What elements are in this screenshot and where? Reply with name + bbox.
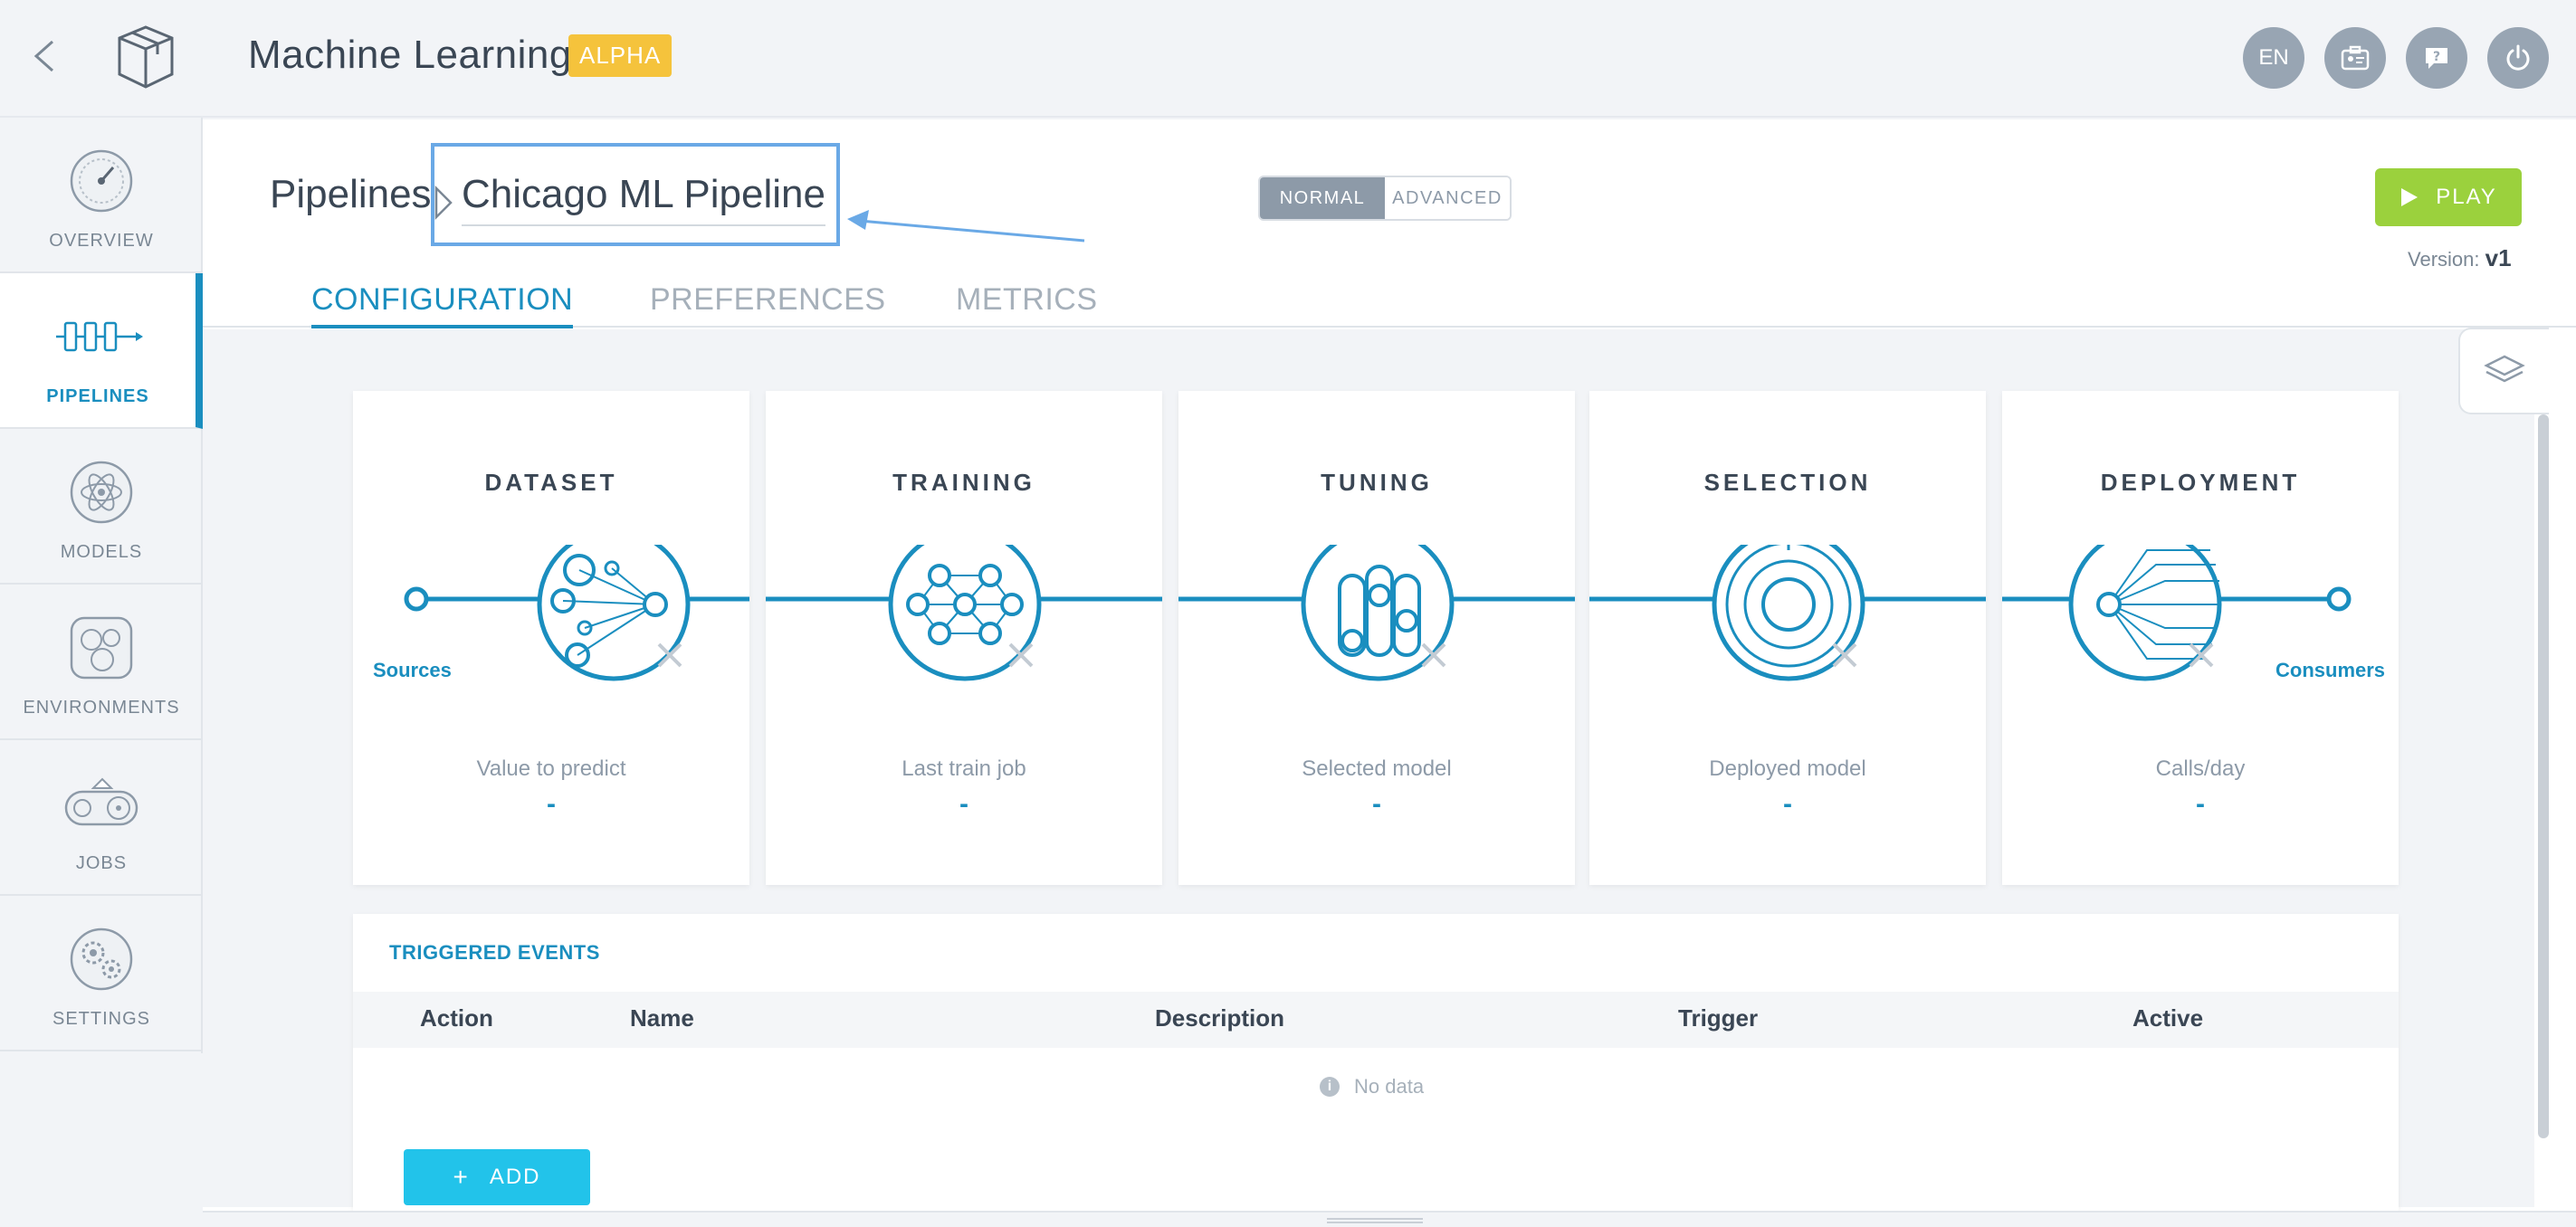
version-info: Version: v1: [2408, 244, 2512, 272]
stage-value: -: [547, 789, 556, 819]
layers-panel-toggle[interactable]: [2458, 328, 2549, 414]
stage-card-selection[interactable]: SELECTION Deployed model -: [1589, 391, 1986, 885]
language-label: EN: [2258, 45, 2289, 70]
stage-title: DATASET: [484, 469, 618, 496]
stage-value: -: [1783, 789, 1792, 819]
sources-label: Sources: [373, 659, 452, 681]
selection-stage-icon: [1589, 545, 1986, 681]
sidebar-item-settings[interactable]: SETTINGS: [0, 896, 203, 1051]
sidebar-item-label: MODELS: [60, 542, 143, 562]
id-card-icon: [2341, 45, 2370, 71]
empty-state-text: No data: [1354, 1075, 1425, 1098]
column-action[interactable]: Action: [420, 1004, 493, 1032]
add-event-button[interactable]: + ADD: [404, 1149, 590, 1205]
sidebar-item-pipelines[interactable]: PIPELINES: [0, 273, 203, 429]
logout-button[interactable]: [2487, 27, 2549, 89]
package-box-icon: [118, 25, 174, 89]
play-icon: [2401, 188, 2419, 206]
stage-subtitle: Deployed model: [1709, 756, 1866, 781]
info-icon: i: [1320, 1077, 1340, 1097]
atom-icon: [70, 461, 133, 524]
stage-title: TRAINING: [892, 469, 1035, 496]
stage-value: -: [959, 789, 968, 819]
stage-card-dataset[interactable]: DATASET Value to predict -: [353, 391, 749, 885]
conveyor-icon: [64, 777, 138, 826]
mode-advanced-button[interactable]: ADVANCED: [1385, 177, 1510, 219]
breadcrumb-root[interactable]: Pipelines: [270, 172, 432, 217]
language-button[interactable]: EN: [2243, 27, 2304, 89]
stage-card-tuning[interactable]: TUNING Selected model -: [1178, 391, 1575, 885]
annotation-highlight-box: [431, 143, 840, 246]
version-value: v1: [2485, 244, 2512, 271]
sidebar-item-label: PIPELINES: [46, 386, 149, 406]
stage-value: -: [2196, 789, 2205, 819]
sidebar-item-environments[interactable]: ENVIRONMENTS: [0, 585, 203, 740]
column-trigger[interactable]: Trigger: [1678, 1004, 1758, 1032]
sidebar-item-label: JOBS: [75, 853, 128, 873]
tuning-stage-icon: [1178, 545, 1575, 681]
help-chat-icon: ?: [2426, 48, 2447, 69]
mode-normal-button[interactable]: NORMAL: [1260, 177, 1385, 219]
tab-metrics[interactable]: METRICS: [956, 282, 1098, 325]
sidebar-item-models[interactable]: MODELS: [0, 429, 203, 585]
environments-icon: [70, 616, 133, 680]
triggered-events-panel: TRIGGERED EVENTS Action Name Description…: [353, 914, 2399, 1213]
stage-subtitle: Selected model: [1302, 756, 1452, 781]
tab-bar: CONFIGURATION PREFERENCES METRICS: [203, 282, 2576, 328]
deployment-stage-icon: [2002, 545, 2352, 681]
app-title: Machine Learning: [248, 33, 572, 77]
column-name[interactable]: Name: [630, 1004, 694, 1032]
sidebar: OVERVIEW PIPELINES MODELS ENVIRONMENTS J…: [0, 118, 203, 1053]
training-stage-icon: [766, 545, 1162, 681]
svg-text:?: ?: [2433, 50, 2440, 64]
stage-card-deployment[interactable]: DEPLOYMENT Calls/day -: [2002, 391, 2399, 885]
column-active[interactable]: Active: [2132, 1004, 2203, 1032]
pipeline-icon: [56, 321, 143, 352]
consumers-label: Consumers: [2275, 659, 2386, 681]
play-button[interactable]: PLAY: [2375, 168, 2522, 226]
id-card-button[interactable]: [2324, 27, 2386, 89]
stage-subtitle: Calls/day: [2155, 756, 2246, 781]
stage-title: SELECTION: [1703, 469, 1872, 496]
power-icon: [2506, 44, 2530, 71]
tab-configuration[interactable]: CONFIGURATION: [311, 282, 574, 328]
stage-title: TUNING: [1321, 469, 1433, 496]
help-button[interactable]: ?: [2406, 27, 2467, 89]
top-header: Machine Learning ALPHA EN ?: [0, 0, 2576, 118]
stage-title: DEPLOYMENT: [2100, 469, 2301, 496]
sidebar-item-label: OVERVIEW: [49, 231, 154, 251]
mode-toggle[interactable]: NORMAL ADVANCED: [1258, 176, 1512, 221]
stage-value: -: [1372, 789, 1381, 819]
alpha-badge: ALPHA: [568, 34, 673, 77]
sidebar-item-overview[interactable]: OVERVIEW: [0, 118, 203, 273]
dataset-stage-icon: [404, 545, 749, 681]
events-table-header: Action Name Description Trigger Active: [353, 992, 2399, 1048]
play-label: PLAY: [2436, 185, 2497, 209]
stage-subtitle: Value to predict: [476, 756, 626, 781]
vertical-scrollbar[interactable]: [2538, 414, 2549, 1138]
empty-state: i No data: [1320, 1075, 1424, 1099]
stage-card-training[interactable]: TRAINING Last train job -: [766, 391, 1162, 885]
sidebar-item-label: ENVIRONMENTS: [23, 698, 180, 718]
gears-icon: [70, 927, 133, 991]
resize-grip-icon[interactable]: [1327, 1218, 1423, 1223]
back-chevron-icon[interactable]: [27, 36, 63, 76]
plus-icon: +: [453, 1163, 470, 1191]
sidebar-item-label: SETTINGS: [52, 1009, 150, 1029]
events-title: TRIGGERED EVENTS: [389, 941, 600, 964]
column-description[interactable]: Description: [1155, 1004, 1284, 1032]
sidebar-item-jobs[interactable]: JOBS: [0, 740, 203, 896]
gauge-icon: [70, 149, 133, 213]
annotation-arrow-icon: [847, 210, 1085, 243]
tab-preferences[interactable]: PREFERENCES: [650, 282, 886, 325]
add-label: ADD: [489, 1165, 541, 1189]
version-label: Version:: [2408, 248, 2480, 271]
stage-subtitle: Last train job: [902, 756, 1026, 781]
layers-icon: [2484, 355, 2525, 383]
